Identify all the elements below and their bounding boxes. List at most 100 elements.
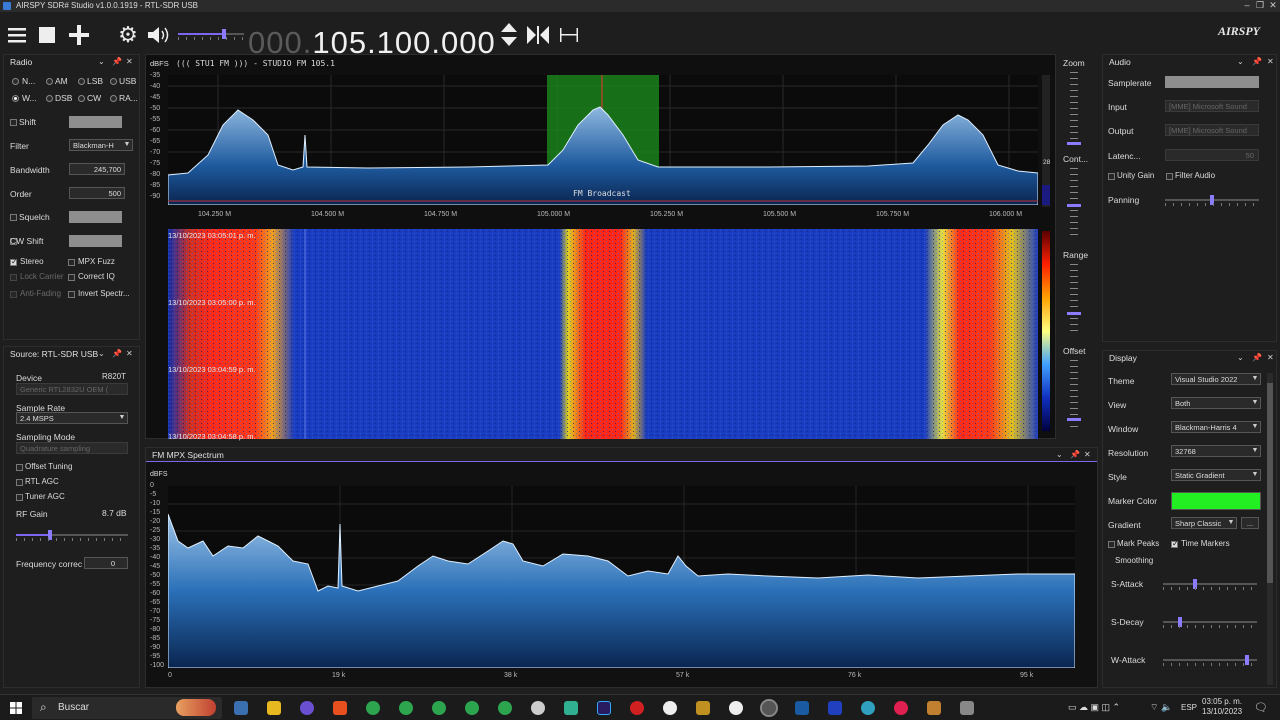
audio-output-select[interactable]: [MME] Microsoft Sound [1165, 124, 1259, 136]
offset-slider[interactable] [1070, 360, 1078, 432]
collapse-icon[interactable]: ⌄ [98, 55, 105, 69]
mode-dsb-radio[interactable] [46, 95, 53, 102]
app-icon-3[interactable] [531, 701, 545, 715]
close-icon[interactable]: ✕ [126, 55, 133, 69]
s-decay-slider[interactable] [1163, 616, 1257, 628]
bandwidth-input[interactable]: 245,700 [69, 163, 125, 175]
w-attack-slider[interactable] [1163, 654, 1257, 666]
app-icon-6[interactable] [696, 701, 710, 715]
lock-carrier-checkbox[interactable] [10, 274, 17, 281]
app-icon-12[interactable] [927, 701, 941, 715]
mode-am-radio[interactable] [46, 78, 53, 85]
pin-icon[interactable]: 📌 [112, 347, 122, 361]
gradient-select[interactable]: Sharp Classic ▼ [1171, 517, 1237, 529]
resolution-select[interactable]: 32768 ▼ [1171, 445, 1261, 457]
app-icon-13[interactable] [960, 701, 974, 715]
tune-updown-icon[interactable] [496, 22, 522, 48]
latency-input[interactable]: 50 [1165, 149, 1259, 161]
offset-tuning-checkbox[interactable] [16, 464, 23, 471]
mode-usb-radio[interactable] [110, 78, 117, 85]
sample-rate-select[interactable]: 2.4 MSPS ▼ [16, 412, 128, 424]
center-tune-icon[interactable] [525, 22, 551, 48]
mpx-plot[interactable] [168, 486, 1075, 668]
clock-date[interactable]: 13/10/2023 [1202, 707, 1242, 716]
filter-select[interactable]: Blackman-H ▼ [69, 139, 133, 151]
mode-cw-radio[interactable] [78, 95, 85, 102]
collapse-icon[interactable]: ⌄ [98, 347, 105, 361]
rtl-agc-checkbox[interactable] [16, 479, 23, 486]
squelch-checkbox[interactable] [10, 214, 17, 221]
anti-fading-checkbox[interactable] [10, 291, 17, 298]
frequency-correction-input[interactable]: 0 [84, 557, 128, 569]
view-select[interactable]: Both ▼ [1171, 397, 1261, 409]
rf-gain-slider[interactable] [16, 529, 128, 541]
mpx-fuzz-checkbox[interactable] [68, 259, 75, 266]
chrome-icon-5[interactable] [498, 701, 512, 715]
waterfall-display[interactable] [168, 229, 1038, 439]
mode-wfm-radio[interactable] [12, 95, 19, 102]
media-player-icon[interactable] [630, 701, 644, 715]
mark-peaks-checkbox[interactable] [1108, 541, 1115, 548]
volume-slider[interactable] [178, 28, 244, 40]
unity-gain-checkbox[interactable] [1108, 173, 1115, 180]
photoshop-icon[interactable] [597, 701, 611, 715]
app-icon-7[interactable] [729, 701, 743, 715]
gradient-edit-button[interactable]: ... [1241, 517, 1259, 529]
speaker-icon[interactable] [146, 22, 172, 48]
app-icon-2[interactable] [333, 701, 347, 715]
clock-time[interactable]: 03:05 p. m. [1202, 697, 1242, 706]
collapse-icon[interactable]: ⌄ [1237, 55, 1244, 69]
maximize-button[interactable]: ❐ [1253, 0, 1267, 12]
mode-lsb-radio[interactable] [78, 78, 85, 85]
language-indicator[interactable]: ESP [1181, 703, 1197, 712]
shift-input[interactable] [69, 116, 122, 128]
app-icon-9[interactable] [828, 701, 842, 715]
marker-color-swatch[interactable] [1171, 492, 1261, 510]
squelch-input[interactable] [69, 211, 122, 223]
app-icon-1[interactable] [300, 701, 314, 715]
file-explorer-icon[interactable] [267, 701, 281, 715]
mode-raw-radio[interactable] [110, 95, 117, 102]
stereo-checkbox[interactable] [10, 257, 18, 266]
chrome-icon-1[interactable] [366, 701, 380, 715]
notification-icon[interactable]: 🗨 [1254, 701, 1268, 714]
collapse-icon[interactable]: ⌄ [1056, 448, 1063, 462]
close-icon[interactable]: ✕ [1084, 448, 1091, 462]
order-input[interactable]: 500 [69, 187, 125, 199]
app-icon-8[interactable] [795, 701, 809, 715]
minimize-button[interactable]: – [1240, 0, 1254, 12]
app-icon-5[interactable] [663, 701, 677, 715]
window-select[interactable]: Blackman-Harris 4 ▼ [1171, 421, 1261, 433]
audio-input-select[interactable]: [MME] Microsoft Sound [1165, 100, 1259, 112]
mode-nfm-radio[interactable] [12, 78, 19, 85]
chrome-icon-2[interactable] [399, 701, 413, 715]
invert-spectrum-checkbox[interactable] [68, 291, 75, 298]
app-icon-4[interactable] [564, 701, 578, 715]
s-attack-slider[interactable] [1163, 578, 1257, 590]
add-icon[interactable] [66, 22, 92, 48]
task-view-icon[interactable] [234, 701, 248, 715]
taskbar-search[interactable]: ⌕ Buscar [32, 697, 222, 719]
sdrsharp-icon[interactable] [760, 699, 778, 717]
panning-slider[interactable] [1165, 194, 1259, 206]
spectrum-plot[interactable]: FM Broadcast [168, 75, 1038, 205]
tuner-agc-checkbox[interactable] [16, 494, 23, 501]
menu-icon[interactable] [4, 22, 30, 48]
pin-icon[interactable]: 📌 [112, 55, 122, 69]
close-icon[interactable]: ✕ [1267, 55, 1274, 69]
tray-icons[interactable]: ▭ ☁ ▣ ◫ ⌃ [1068, 702, 1120, 713]
windows-start-icon[interactable] [10, 702, 22, 714]
chrome-icon-3[interactable] [432, 701, 446, 715]
zoom-slider[interactable] [1070, 72, 1078, 144]
time-markers-checkbox[interactable] [1171, 539, 1179, 548]
collapse-icon[interactable]: ⌄ [1237, 351, 1244, 365]
close-icon[interactable]: ✕ [1267, 351, 1274, 365]
app-icon-10[interactable] [861, 701, 875, 715]
spectrum-scrollbar[interactable] [1042, 75, 1050, 207]
shift-checkbox[interactable] [10, 119, 17, 126]
network-icon[interactable]: ⌔ 🔈 [1150, 702, 1172, 713]
pin-icon[interactable]: 📌 [1252, 55, 1262, 69]
gear-icon[interactable]: ⚙ [115, 22, 141, 48]
theme-select[interactable]: Visual Studio 2022 ▼ [1171, 373, 1261, 385]
pin-icon[interactable]: 📌 [1070, 448, 1080, 462]
